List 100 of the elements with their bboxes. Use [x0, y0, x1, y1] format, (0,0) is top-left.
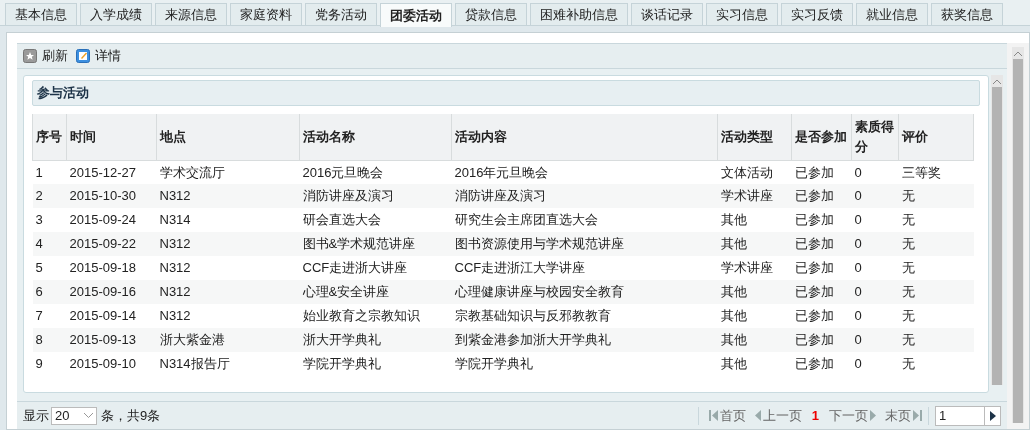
- column-header[interactable]: 序号: [32, 114, 67, 160]
- table-cell: 宗教基础知识与反邪教教育: [451, 304, 718, 328]
- table-cell: 已参加: [791, 160, 852, 184]
- table-cell: 其他: [717, 208, 792, 232]
- table-cell: 无: [898, 208, 974, 232]
- next-page-link[interactable]: 下一页: [829, 405, 876, 426]
- tab[interactable]: 家庭资料: [230, 3, 302, 26]
- tab[interactable]: 团委活动: [380, 3, 452, 27]
- column-header[interactable]: 是否参加: [791, 114, 852, 160]
- table-cell: 0: [851, 232, 899, 256]
- table-cell: 无: [898, 352, 974, 376]
- tab[interactable]: 贷款信息: [455, 3, 527, 26]
- table-cell: 无: [898, 256, 974, 280]
- table-cell: 2016元旦晚会: [299, 160, 452, 184]
- table-cell: 其他: [717, 232, 792, 256]
- table-cell: 文体活动: [717, 160, 792, 184]
- table-cell: CCF走进浙大讲座: [299, 256, 452, 280]
- tab[interactable]: 实习反馈: [781, 3, 853, 26]
- table-cell: 已参加: [791, 184, 852, 208]
- tab[interactable]: 党务活动: [305, 3, 377, 26]
- tab[interactable]: 实习信息: [706, 3, 778, 26]
- column-header[interactable]: 活动名称: [299, 114, 452, 160]
- table-cell: 学院开学典礼: [299, 352, 452, 376]
- table-cell: N312: [156, 232, 300, 256]
- column-header[interactable]: 素质得分: [851, 114, 899, 160]
- page-size-select[interactable]: 20: [51, 406, 97, 425]
- table-cell: 0: [851, 280, 899, 304]
- scroll-up-icon[interactable]: [993, 78, 1001, 84]
- table-cell: 0: [851, 304, 899, 328]
- tab[interactable]: 来源信息: [155, 3, 227, 26]
- table-cell: 研究生会主席团直选大会: [451, 208, 718, 232]
- table-cell: 已参加: [791, 208, 852, 232]
- column-header[interactable]: 活动内容: [451, 114, 718, 160]
- table-cell: N314报告厅: [156, 352, 300, 376]
- table-cell: 7: [32, 304, 67, 328]
- table-cell: 2015-09-10: [66, 352, 157, 376]
- total-count: 条，共9条: [101, 406, 161, 425]
- table-cell: 学术讲座: [717, 256, 792, 280]
- table-cell: 已参加: [791, 280, 852, 304]
- table-cell: 1: [32, 160, 67, 184]
- table-cell: 0: [851, 208, 899, 232]
- table-cell: 心理&安全讲座: [299, 280, 452, 304]
- table-cell: 0: [851, 328, 899, 352]
- tab[interactable]: 困难补助信息: [530, 3, 628, 26]
- prev-page-icon: [754, 410, 761, 421]
- go-button[interactable]: [985, 405, 1001, 426]
- tab[interactable]: 就业信息: [856, 3, 928, 26]
- table-cell: 消防讲座及演习: [299, 184, 452, 208]
- column-header[interactable]: 时间: [66, 114, 157, 160]
- table-cell: 研会直选大会: [299, 208, 452, 232]
- edit-icon: [76, 49, 90, 63]
- table-cell: 无: [898, 184, 974, 208]
- play-icon: [989, 410, 996, 421]
- column-header[interactable]: 评价: [898, 114, 974, 160]
- table-cell: N312: [156, 256, 300, 280]
- tab[interactable]: 获奖信息: [931, 3, 1003, 26]
- table-cell: 学院开学典礼: [451, 352, 718, 376]
- table-cell: 已参加: [791, 232, 852, 256]
- table-cell: 三等奖: [898, 160, 974, 184]
- table-cell: 3: [32, 208, 67, 232]
- table-cell: 2015-09-13: [66, 328, 157, 352]
- scrollbar[interactable]: [991, 75, 1003, 385]
- table-cell: 已参加: [791, 256, 852, 280]
- table-cell: 4: [32, 232, 67, 256]
- current-page: 1: [811, 406, 819, 425]
- table-cell: 0: [851, 160, 899, 184]
- first-page-link[interactable]: 首页: [708, 405, 746, 426]
- column-header[interactable]: 活动类型: [717, 114, 792, 160]
- table-cell: 无: [898, 280, 974, 304]
- star-icon: [23, 49, 37, 63]
- table-cell: N312: [156, 280, 300, 304]
- table-cell: 图书&学术规范讲座: [299, 232, 452, 256]
- next-page-icon: [870, 410, 876, 421]
- table-cell: 消防讲座及演习: [451, 184, 718, 208]
- panel-title: 参与活动: [32, 80, 980, 106]
- table-cell: 心理健康讲座与校园安全教育: [451, 280, 718, 304]
- prev-page-link[interactable]: 上一页: [754, 405, 802, 426]
- scroll-up-icon[interactable]: [1014, 50, 1022, 56]
- tab[interactable]: 入学成绩: [80, 3, 152, 26]
- table-cell: 其他: [717, 352, 792, 376]
- table-cell: 无: [898, 304, 974, 328]
- table-cell: 学术交流厅: [156, 160, 300, 184]
- table-cell: 已参加: [791, 352, 852, 376]
- tab[interactable]: 基本信息: [5, 3, 77, 26]
- toolbar-button[interactable]: 详情: [76, 46, 125, 66]
- toolbar-button[interactable]: 刷新: [23, 46, 72, 66]
- goto-page-field[interactable]: 1: [935, 405, 985, 426]
- table-cell: 0: [851, 256, 899, 280]
- scrollbar[interactable]: [1012, 47, 1024, 423]
- last-page-link[interactable]: 末页: [885, 405, 922, 426]
- table-cell: 无: [898, 328, 974, 352]
- table-cell: 图书资源使用与学术规范讲座: [451, 232, 718, 256]
- first-page-icon: [708, 410, 718, 421]
- table-cell: 0: [851, 352, 899, 376]
- table-cell: 6: [32, 280, 67, 304]
- last-page-icon: [913, 410, 922, 421]
- column-header[interactable]: 地点: [156, 114, 300, 160]
- tab[interactable]: 谈话记录: [631, 3, 703, 26]
- table-cell: 2015-09-22: [66, 232, 157, 256]
- table-cell: 2015-09-18: [66, 256, 157, 280]
